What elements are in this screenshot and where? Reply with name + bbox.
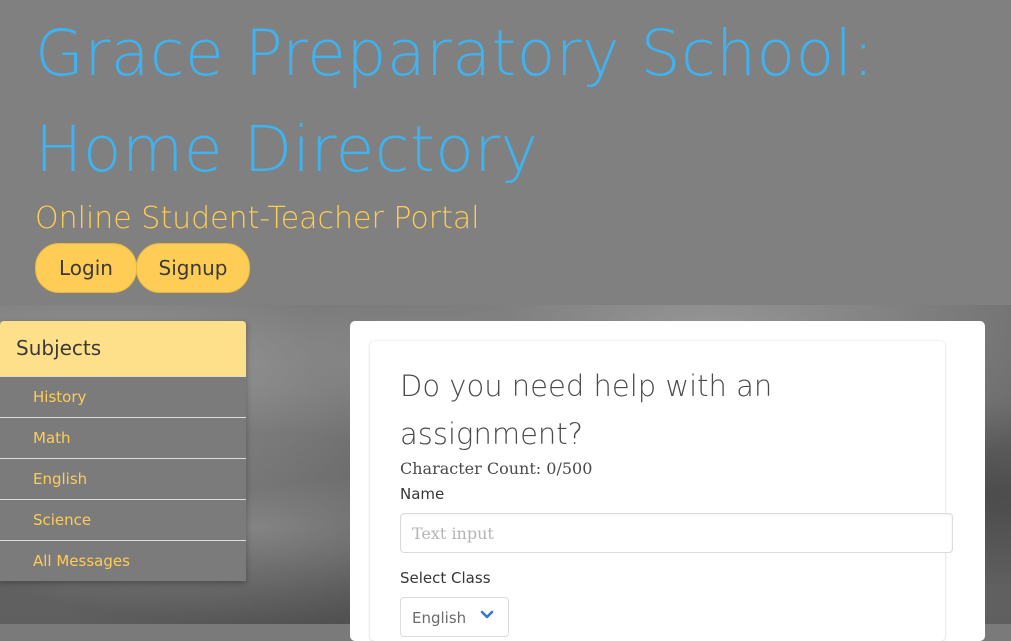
sidebar-item-history[interactable]: History	[0, 376, 246, 417]
page-subtitle: Online Student-Teacher Portal	[35, 201, 480, 236]
character-count: Character Count: 0/500	[400, 459, 593, 478]
page-title: Grace Preparatory School: Home Directory	[35, 17, 875, 186]
class-select[interactable]: English	[400, 597, 509, 637]
subjects-heading: Subjects	[0, 321, 246, 376]
signup-button[interactable]: Signup	[136, 243, 250, 293]
select-class-label: Select Class	[400, 569, 491, 587]
name-input[interactable]	[400, 513, 953, 553]
login-button[interactable]: Login	[35, 243, 137, 293]
hero-banner: Grace Preparatory School: Home Directory…	[0, 0, 1011, 305]
class-select-value: English	[412, 609, 467, 627]
chevron-down-icon	[480, 610, 494, 619]
form-title: Do you need help with an assignment?	[400, 369, 773, 451]
sidebar-item-math[interactable]: Math	[0, 417, 246, 458]
name-label: Name	[400, 485, 445, 503]
subjects-menu: Subjects History Math English Science Al…	[0, 321, 246, 581]
sidebar-item-english[interactable]: English	[0, 458, 246, 499]
sidebar-item-all-messages[interactable]: All Messages	[0, 540, 246, 581]
sidebar-item-science[interactable]: Science	[0, 499, 246, 540]
